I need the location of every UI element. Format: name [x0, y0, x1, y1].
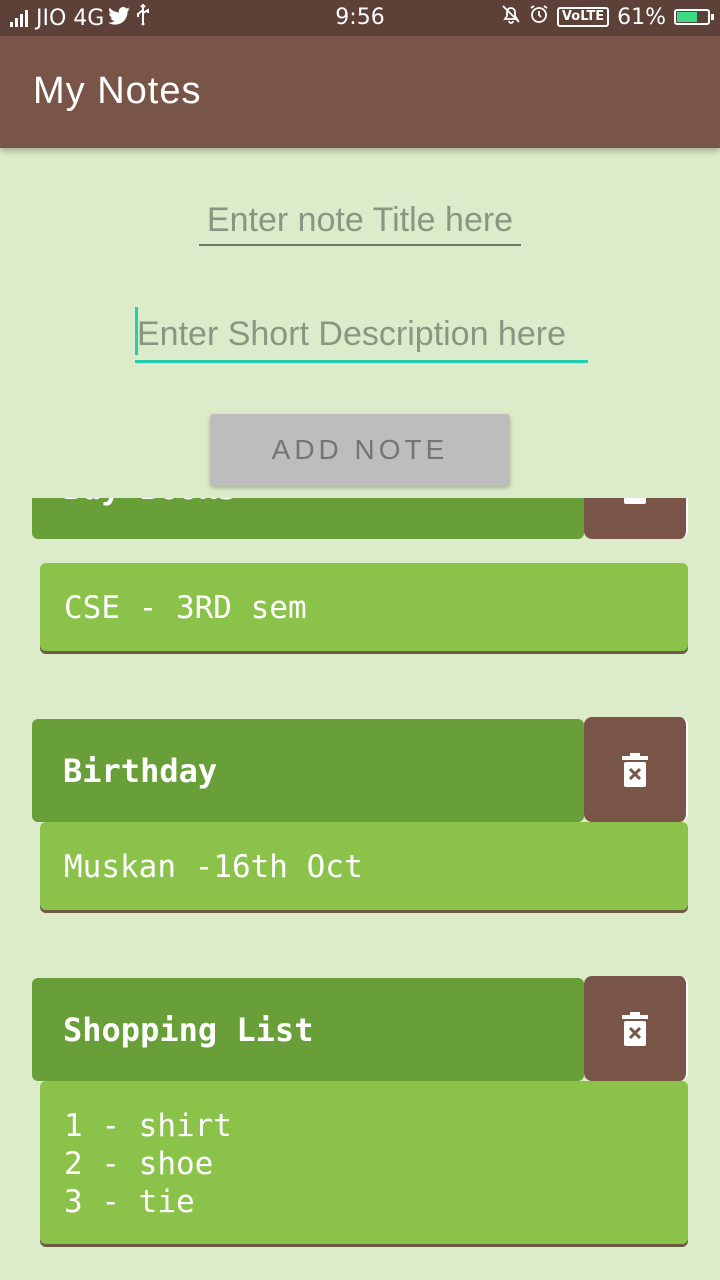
app-bar: My Notes — [0, 36, 720, 148]
status-right: VoLTE 61% — [501, 4, 714, 30]
battery-icon — [674, 9, 714, 25]
note-title-bar: Birthday — [32, 719, 584, 822]
delete-note-button[interactable] — [584, 498, 688, 539]
note-title: Birthday — [63, 751, 218, 790]
battery-percent: 61% — [617, 4, 666, 30]
note-title: Shopping List — [63, 1010, 314, 1049]
note-title-input[interactable] — [199, 196, 521, 246]
volte-badge: VoLTE — [556, 7, 610, 27]
note-description: Muskan -16th Oct — [40, 822, 688, 910]
text-cursor — [135, 307, 138, 355]
mute-icon — [501, 4, 521, 30]
note-description-input[interactable] — [135, 308, 588, 363]
notes-list[interactable]: Buy Books CSE - 3RD sem Birthday Muskan … — [0, 498, 720, 1280]
delete-note-button[interactable] — [584, 976, 688, 1081]
note-description: CSE - 3RD sem — [40, 563, 688, 651]
note-title: Buy Books — [63, 498, 236, 507]
add-note-button[interactable]: ADD NOTE — [210, 414, 510, 486]
delete-note-button[interactable] — [584, 717, 688, 822]
trash-icon — [624, 498, 646, 504]
status-bar: JIO 4G 9:56 VoLTE 61% — [0, 0, 720, 36]
battery-fill — [677, 12, 697, 22]
trash-icon — [622, 752, 648, 787]
trash-icon — [622, 1011, 648, 1046]
note-description: 1 - shirt 2 - shoe 3 - tie — [40, 1081, 688, 1244]
app-title: My Notes — [33, 70, 202, 112]
note-title-bar: Buy Books — [32, 498, 584, 539]
note-title-bar: Shopping List — [32, 978, 584, 1081]
alarm-icon — [529, 4, 549, 30]
